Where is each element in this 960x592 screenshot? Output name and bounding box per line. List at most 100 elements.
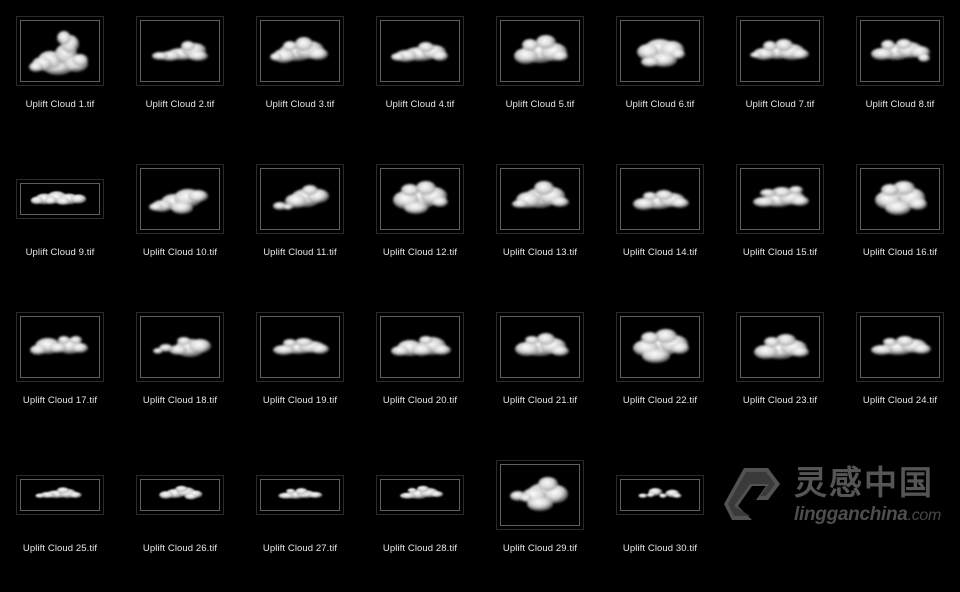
thumbnail-filename-label: Uplift Cloud 23.tif xyxy=(742,395,818,406)
thumbnail-cell[interactable]: Uplift Cloud 13.tif xyxy=(480,148,600,296)
cloud-thumbnail[interactable] xyxy=(376,16,464,86)
thumbnail-cell[interactable]: Uplift Cloud 2.tif xyxy=(120,0,240,148)
cloud-thumbnail[interactable] xyxy=(16,312,104,382)
thumbnail-filename-label: Uplift Cloud 30.tif xyxy=(622,543,698,554)
thumbnail-filename-label: Uplift Cloud 18.tif xyxy=(142,395,218,406)
cloud-thumbnail[interactable] xyxy=(256,164,344,234)
thumbnail-filename-label: Uplift Cloud 17.tif xyxy=(22,395,98,406)
cloud-thumbnail[interactable] xyxy=(256,475,344,515)
thumbnail-filename-label: Uplift Cloud 10.tif xyxy=(142,247,218,258)
thumbnail-frame-wrapper xyxy=(496,308,584,386)
thumbnail-filename-label: Uplift Cloud 20.tif xyxy=(382,395,458,406)
thumbnail-frame-wrapper xyxy=(16,12,104,90)
cloud-thumbnail[interactable] xyxy=(736,16,824,86)
thumbnail-cell[interactable]: Uplift Cloud 9.tif xyxy=(0,148,120,296)
thumbnail-frame-wrapper xyxy=(376,456,464,534)
thumbnail-frame-wrapper xyxy=(736,308,824,386)
thumbnail-cell[interactable]: Uplift Cloud 14.tif xyxy=(600,148,720,296)
thumbnail-cell[interactable]: Uplift Cloud 16.tif xyxy=(840,148,960,296)
thumbnail-filename-label: Uplift Cloud 29.tif xyxy=(502,543,578,554)
thumbnail-cell[interactable]: Uplift Cloud 8.tif xyxy=(840,0,960,148)
cloud-thumbnail[interactable] xyxy=(616,164,704,234)
thumbnail-cell[interactable]: Uplift Cloud 18.tif xyxy=(120,296,240,444)
thumbnail-cell[interactable]: Uplift Cloud 15.tif xyxy=(720,148,840,296)
thumbnail-cell[interactable]: Uplift Cloud 24.tif xyxy=(840,296,960,444)
cloud-thumbnail[interactable] xyxy=(616,16,704,86)
thumbnail-cell[interactable]: Uplift Cloud 21.tif xyxy=(480,296,600,444)
thumbnail-frame-wrapper xyxy=(136,308,224,386)
cloud-thumbnail[interactable] xyxy=(856,312,944,382)
thumbnail-frame-wrapper xyxy=(736,12,824,90)
cloud-thumbnail[interactable] xyxy=(496,312,584,382)
cloud-thumbnail[interactable] xyxy=(136,16,224,86)
thumbnail-cell[interactable]: Uplift Cloud 25.tif xyxy=(0,444,120,592)
cloud-thumbnail[interactable] xyxy=(496,16,584,86)
thumbnail-cell[interactable]: Uplift Cloud 4.tif xyxy=(360,0,480,148)
thumbnail-cell[interactable]: Uplift Cloud 3.tif xyxy=(240,0,360,148)
thumbnail-cell[interactable]: Uplift Cloud 30.tif xyxy=(600,444,720,592)
thumbnail-filename-label: Uplift Cloud 2.tif xyxy=(145,99,215,110)
thumbnail-filename-label: Uplift Cloud 6.tif xyxy=(625,99,695,110)
thumbnail-filename-label: Uplift Cloud 24.tif xyxy=(862,395,938,406)
cloud-thumbnail[interactable] xyxy=(136,164,224,234)
thumbnail-cell[interactable]: Uplift Cloud 27.tif xyxy=(240,444,360,592)
thumbnail-frame-wrapper xyxy=(376,308,464,386)
thumbnail-cell[interactable]: Uplift Cloud 29.tif xyxy=(480,444,600,592)
cloud-thumbnail[interactable] xyxy=(376,312,464,382)
thumbnail-cell[interactable]: Uplift Cloud 17.tif xyxy=(0,296,120,444)
cloud-thumbnail[interactable] xyxy=(256,312,344,382)
cloud-thumbnail[interactable] xyxy=(496,460,584,530)
cloud-thumbnail[interactable] xyxy=(736,312,824,382)
thumbnail-cell[interactable]: Uplift Cloud 11.tif xyxy=(240,148,360,296)
thumbnail-cell[interactable]: Uplift Cloud 12.tif xyxy=(360,148,480,296)
thumbnail-frame-wrapper xyxy=(376,12,464,90)
thumbnail-cell[interactable]: Uplift Cloud 1.tif xyxy=(0,0,120,148)
thumbnail-filename-label: Uplift Cloud 14.tif xyxy=(622,247,698,258)
thumbnail-filename-label: Uplift Cloud 22.tif xyxy=(622,395,698,406)
thumbnail-grid: Uplift Cloud 1.tif Uplift Cloud 2.tif Upli… xyxy=(0,0,960,577)
thumbnail-filename-label: Uplift Cloud 9.tif xyxy=(25,247,95,258)
cloud-thumbnail[interactable] xyxy=(136,475,224,515)
thumbnail-filename-label: Uplift Cloud 19.tif xyxy=(262,395,338,406)
thumbnail-frame-wrapper xyxy=(496,160,584,238)
thumbnail-cell[interactable]: Uplift Cloud 5.tif xyxy=(480,0,600,148)
thumbnail-cell[interactable]: Uplift Cloud 7.tif xyxy=(720,0,840,148)
thumbnail-cell[interactable]: Uplift Cloud 22.tif xyxy=(600,296,720,444)
thumbnail-frame-wrapper xyxy=(256,456,344,534)
thumbnail-filename-label: Uplift Cloud 11.tif xyxy=(263,247,337,258)
thumbnail-cell[interactable]: Uplift Cloud 26.tif xyxy=(120,444,240,592)
cloud-thumbnail[interactable] xyxy=(16,179,104,219)
thumbnail-filename-label: Uplift Cloud 3.tif xyxy=(265,99,335,110)
thumbnail-cell[interactable]: Uplift Cloud 20.tif xyxy=(360,296,480,444)
thumbnail-frame-wrapper xyxy=(16,456,104,534)
cloud-thumbnail[interactable] xyxy=(616,475,704,515)
cloud-thumbnail[interactable] xyxy=(496,164,584,234)
cloud-thumbnail[interactable] xyxy=(136,312,224,382)
cloud-thumbnail[interactable] xyxy=(616,312,704,382)
thumbnail-filename-label: Uplift Cloud 25.tif xyxy=(22,543,98,554)
thumbnail-frame-wrapper xyxy=(616,160,704,238)
cloud-thumbnail[interactable] xyxy=(856,164,944,234)
thumbnail-filename-label: Uplift Cloud 13.tif xyxy=(502,247,578,258)
thumbnail-frame-wrapper xyxy=(16,308,104,386)
cloud-thumbnail[interactable] xyxy=(376,475,464,515)
thumbnail-cell[interactable]: Uplift Cloud 23.tif xyxy=(720,296,840,444)
cloud-thumbnail[interactable] xyxy=(376,164,464,234)
cloud-thumbnail[interactable] xyxy=(856,16,944,86)
thumbnail-filename-label: Uplift Cloud 5.tif xyxy=(505,99,575,110)
thumbnail-frame-wrapper xyxy=(376,160,464,238)
cloud-thumbnail[interactable] xyxy=(16,475,104,515)
thumbnail-cell[interactable]: Uplift Cloud 6.tif xyxy=(600,0,720,148)
cloud-thumbnail[interactable] xyxy=(256,16,344,86)
thumbnail-cell[interactable]: Uplift Cloud 19.tif xyxy=(240,296,360,444)
cloud-thumbnail[interactable] xyxy=(16,16,104,86)
thumbnail-filename-label: Uplift Cloud 1.tif xyxy=(25,99,95,110)
thumbnail-cell[interactable]: Uplift Cloud 10.tif xyxy=(120,148,240,296)
thumbnail-filename-label: Uplift Cloud 7.tif xyxy=(745,99,815,110)
thumbnail-frame-wrapper xyxy=(736,160,824,238)
thumbnail-filename-label: Uplift Cloud 28.tif xyxy=(382,543,458,554)
thumbnail-filename-label: Uplift Cloud 26.tif xyxy=(142,543,218,554)
thumbnail-filename-label: Uplift Cloud 16.tif xyxy=(862,247,938,258)
thumbnail-cell[interactable]: Uplift Cloud 28.tif xyxy=(360,444,480,592)
cloud-thumbnail[interactable] xyxy=(736,164,824,234)
